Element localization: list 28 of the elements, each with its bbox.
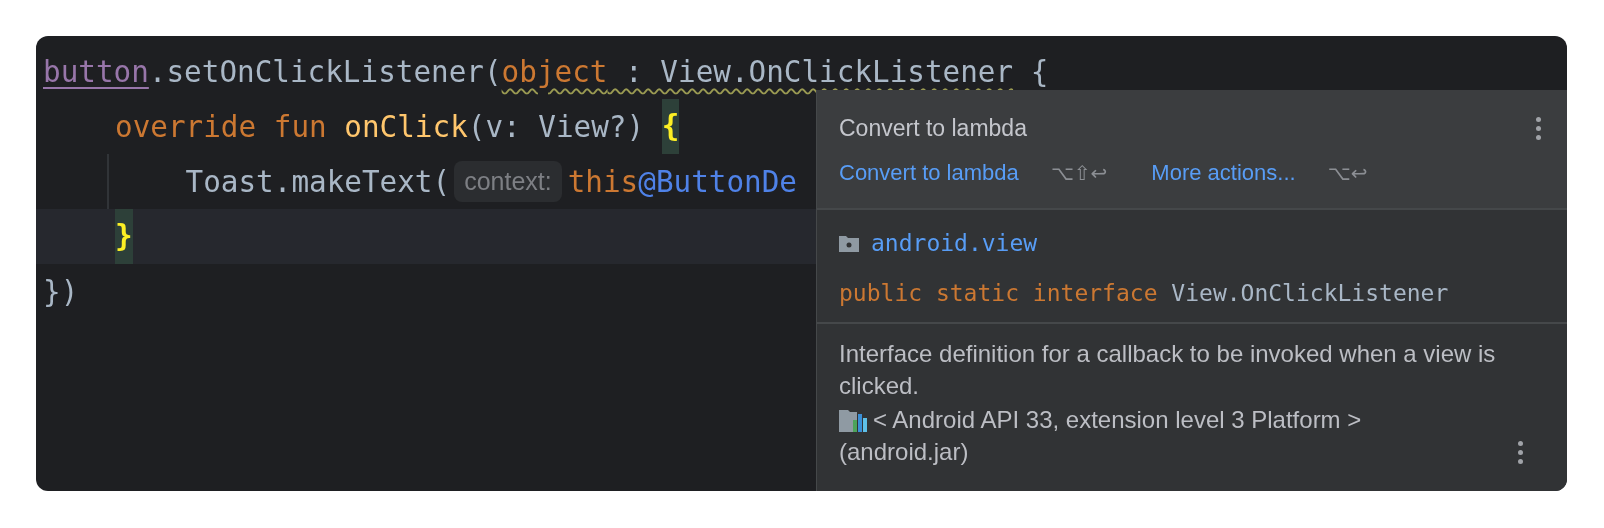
code-token: onClick: [344, 109, 468, 144]
popup-title: Convert to lambda: [839, 114, 1027, 142]
code-token: @ButtonDe: [638, 164, 797, 199]
code-token: .setOnClickListener(: [148, 54, 502, 89]
code-token: (v: View?): [467, 109, 646, 144]
code-token: this: [567, 164, 639, 199]
code-token: button: [43, 54, 149, 89]
code-token: : View.OnClickListener: [624, 54, 1014, 89]
matched-brace: {: [661, 99, 680, 154]
parameter-hint: context:: [454, 161, 562, 202]
description-text: Interface definition for a callback to be invoked when a view is clicked.: [839, 339, 1497, 401]
package-link[interactable]: android.view: [871, 230, 1038, 256]
code-token: object: [501, 54, 608, 89]
code-token: Toast.makeText(: [184, 164, 451, 199]
library-text: < Android API 33, extension level 3 Platform >: [873, 405, 1362, 435]
declaration-token: View.OnClickListener: [1171, 280, 1449, 306]
action-link[interactable]: More actions...: [1151, 160, 1296, 186]
code-token: override fun: [115, 109, 328, 144]
library-icon: [839, 408, 869, 432]
action-link[interactable]: Convert to lambda: [839, 160, 1019, 186]
jar-text: (android.jar): [839, 437, 969, 467]
code-token: }): [43, 274, 79, 309]
package-icon: [839, 234, 859, 252]
shortcut-hint: ⌥⇧↩: [1050, 161, 1108, 185]
matched-brace: }: [115, 209, 133, 264]
declaration-token: public static interface: [839, 280, 1159, 306]
shortcut-hint: ⌥↩: [1327, 161, 1368, 185]
code-token: {: [1029, 54, 1049, 89]
